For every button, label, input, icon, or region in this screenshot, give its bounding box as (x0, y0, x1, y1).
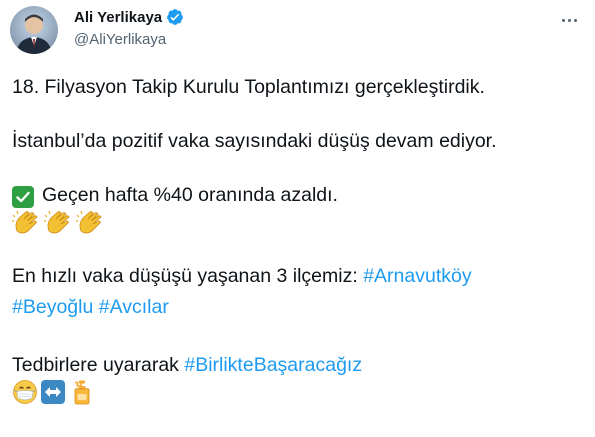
tweet-line-2: İstanbul’da pozitif vaka sayısındaki düş… (12, 130, 497, 152)
name-row: Ali Yerlikaya (74, 8, 184, 26)
tweet-line-4: En hızlı vaka düşüşü yaşanan 3 ilçemiz: … (12, 263, 582, 290)
tweet-line-6-text: Tedbirlere uyararak (12, 354, 185, 376)
clapping-hands-emoji (44, 210, 70, 234)
lotion-bottle-emoji (74, 380, 90, 405)
hashtag-beyoglu[interactable]: #Beyoğlu (12, 296, 93, 318)
verified-badge-icon (166, 8, 184, 26)
author-name[interactable]: Ali Yerlikaya (74, 9, 162, 26)
tweet-header: Ali Yerlikaya @AliYerlikaya (10, 6, 585, 54)
tweet-line-3: Geçen hafta %40 oranında azaldı. (12, 182, 582, 209)
clapping-hands-emoji (12, 210, 38, 234)
left-right-arrow-emoji (41, 380, 65, 404)
final-emoji-row (12, 379, 582, 407)
tweet-line-5: #Beyoğlu #Avcılar (12, 294, 582, 321)
hashtag-avcilar[interactable]: #Avcılar (99, 296, 169, 318)
clapping-hands-emoji (76, 210, 102, 234)
hashtag-arnavutkoy[interactable]: #Arnavutköy (363, 265, 471, 287)
tweet-line-6: Tedbirlere uyararak #BirlikteBaşaracağız (12, 352, 582, 379)
check-mark-emoji (12, 186, 34, 208)
author-info: Ali Yerlikaya @AliYerlikaya (74, 8, 184, 48)
tweet-line-1: 18. Filyasyon Takip Kurulu Toplantımızı … (12, 76, 485, 98)
author-handle[interactable]: @AliYerlikaya (74, 31, 184, 48)
more-options-icon[interactable] (557, 10, 581, 30)
tweet-text: 18. Filyasyon Takip Kurulu Toplantımızı … (12, 74, 582, 407)
clap-emoji-row (12, 209, 582, 237)
avatar-image (16, 14, 52, 54)
tweet-line-3-text: Geçen hafta %40 oranında azaldı. (42, 184, 338, 206)
tweet-line-4-text: En hızlı vaka düşüşü yaşanan 3 ilçemiz: (12, 265, 364, 287)
avatar[interactable] (10, 6, 58, 54)
face-with-mask-emoji (13, 380, 37, 404)
hashtag-birliktebasaracagiz[interactable]: #BirlikteBaşaracağız (184, 354, 362, 376)
